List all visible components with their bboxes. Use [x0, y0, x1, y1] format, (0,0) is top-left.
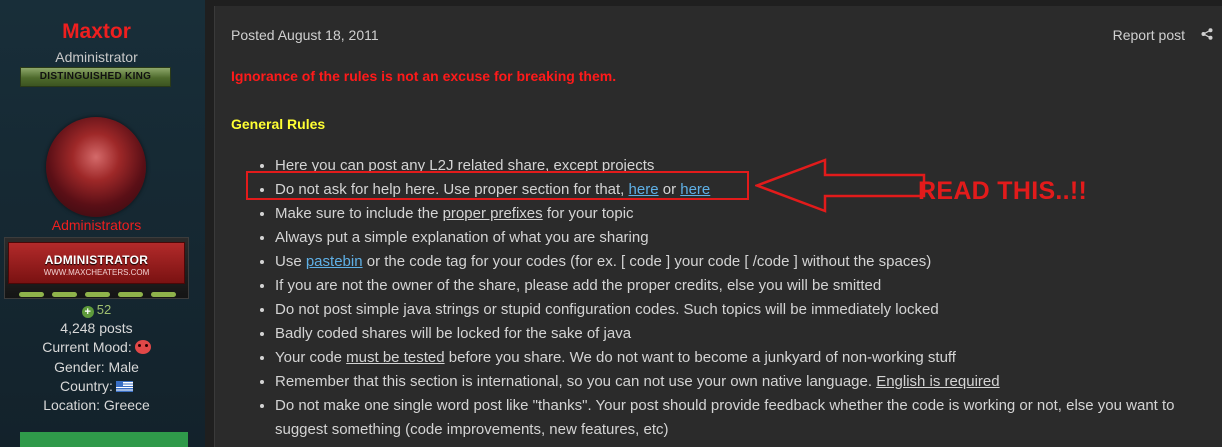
badge-dot [52, 292, 77, 297]
angry-face-icon [134, 340, 151, 354]
rules-warning: Ignorance of the rules is not an excuse … [231, 68, 617, 84]
badge-dot [151, 292, 176, 297]
rule-text: Your code [275, 349, 347, 366]
greece-flag-icon [115, 381, 133, 392]
post-count: 4,248 posts [60, 320, 133, 336]
author-gender: Gender: Male [54, 359, 139, 375]
badge-dot [85, 292, 110, 297]
rule-text: Do not post simple java strings or stupi… [275, 301, 939, 318]
post-date[interactable]: Posted August 18, 2011 [231, 27, 379, 43]
list-item: Do not post simple java strings or stupi… [275, 298, 1211, 322]
green-button[interactable] [20, 432, 188, 447]
avatar[interactable] [46, 117, 146, 217]
share-icon[interactable] [1201, 28, 1213, 40]
reputation: +52 [0, 302, 193, 318]
list-item: Always put a simple explanation of what … [275, 226, 1211, 250]
author-location: Location: Greece [43, 397, 150, 413]
badge-dot [19, 292, 44, 297]
rule-text: Use [275, 253, 306, 270]
rule-text: Always put a simple explanation of what … [275, 229, 649, 246]
rule-text: Badly coded shares will be locked for th… [275, 325, 632, 342]
english-required-link[interactable]: English is required [876, 373, 999, 390]
annotation-arrow-icon [755, 158, 926, 213]
rule-text: Make sure to include the [275, 205, 443, 222]
country-label: Country: [60, 378, 113, 394]
must-be-tested-link[interactable]: must be tested [346, 349, 444, 366]
annotation-read-this: READ THIS..!! [918, 177, 1088, 205]
author-group: Administrators [51, 217, 142, 233]
badge-dots [19, 292, 176, 297]
mood-label: Current Mood: [42, 339, 132, 355]
annotation-highlight-box [246, 171, 749, 200]
author-title: Administrator [55, 49, 138, 65]
current-mood: Current Mood: [0, 339, 193, 355]
pastebin-link[interactable]: pastebin [306, 253, 363, 270]
author-panel: Maxtor Administrator DISTINGUISHED KING … [0, 0, 205, 447]
proper-prefixes-link[interactable]: proper prefixes [443, 205, 543, 222]
rule-text: before you share. We do not want to beco… [444, 349, 956, 366]
list-item: Badly coded shares will be locked for th… [275, 322, 1211, 346]
list-item: Your code must be tested before you shar… [275, 346, 1211, 370]
report-post-link[interactable]: Report post [1113, 27, 1185, 43]
author-country: Country: [0, 378, 193, 394]
list-item: Remember that this section is internatio… [275, 370, 1211, 394]
rank-badge: DISTINGUISHED KING [20, 67, 171, 87]
group-badge-title: ADMINISTRATOR [44, 253, 149, 267]
list-item: If you are not the owner of the share, p… [275, 274, 1211, 298]
rank-label: DISTINGUISHED KING [39, 71, 152, 82]
rule-text: or the code tag for your codes (for ex. … [362, 253, 932, 270]
rules-title: General Rules [231, 116, 326, 132]
plus-circle-icon: + [81, 306, 94, 318]
group-badge-plate: ADMINISTRATOR WWW.MAXCHEATERS.COM [8, 242, 185, 284]
badge-dot [118, 292, 143, 297]
group-badge-url: WWW.MAXCHEATERS.COM [43, 268, 150, 277]
rule-text: Do not make one single word post like "t… [275, 397, 1175, 438]
author-name[interactable]: Maxtor [0, 20, 193, 44]
list-item: Do not make one single word post like "t… [275, 394, 1211, 442]
post-content: Posted August 18, 2011 Report post Ignor… [214, 6, 1222, 447]
rule-text: Remember that this section is internatio… [275, 373, 877, 390]
rule-text: If you are not the owner of the share, p… [275, 277, 882, 294]
group-badge: ADMINISTRATOR WWW.MAXCHEATERS.COM [4, 237, 189, 299]
list-item: Use pastebin or the code tag for your co… [275, 250, 1211, 274]
rule-text: for your topic [542, 205, 634, 222]
reputation-count: 52 [96, 302, 112, 317]
